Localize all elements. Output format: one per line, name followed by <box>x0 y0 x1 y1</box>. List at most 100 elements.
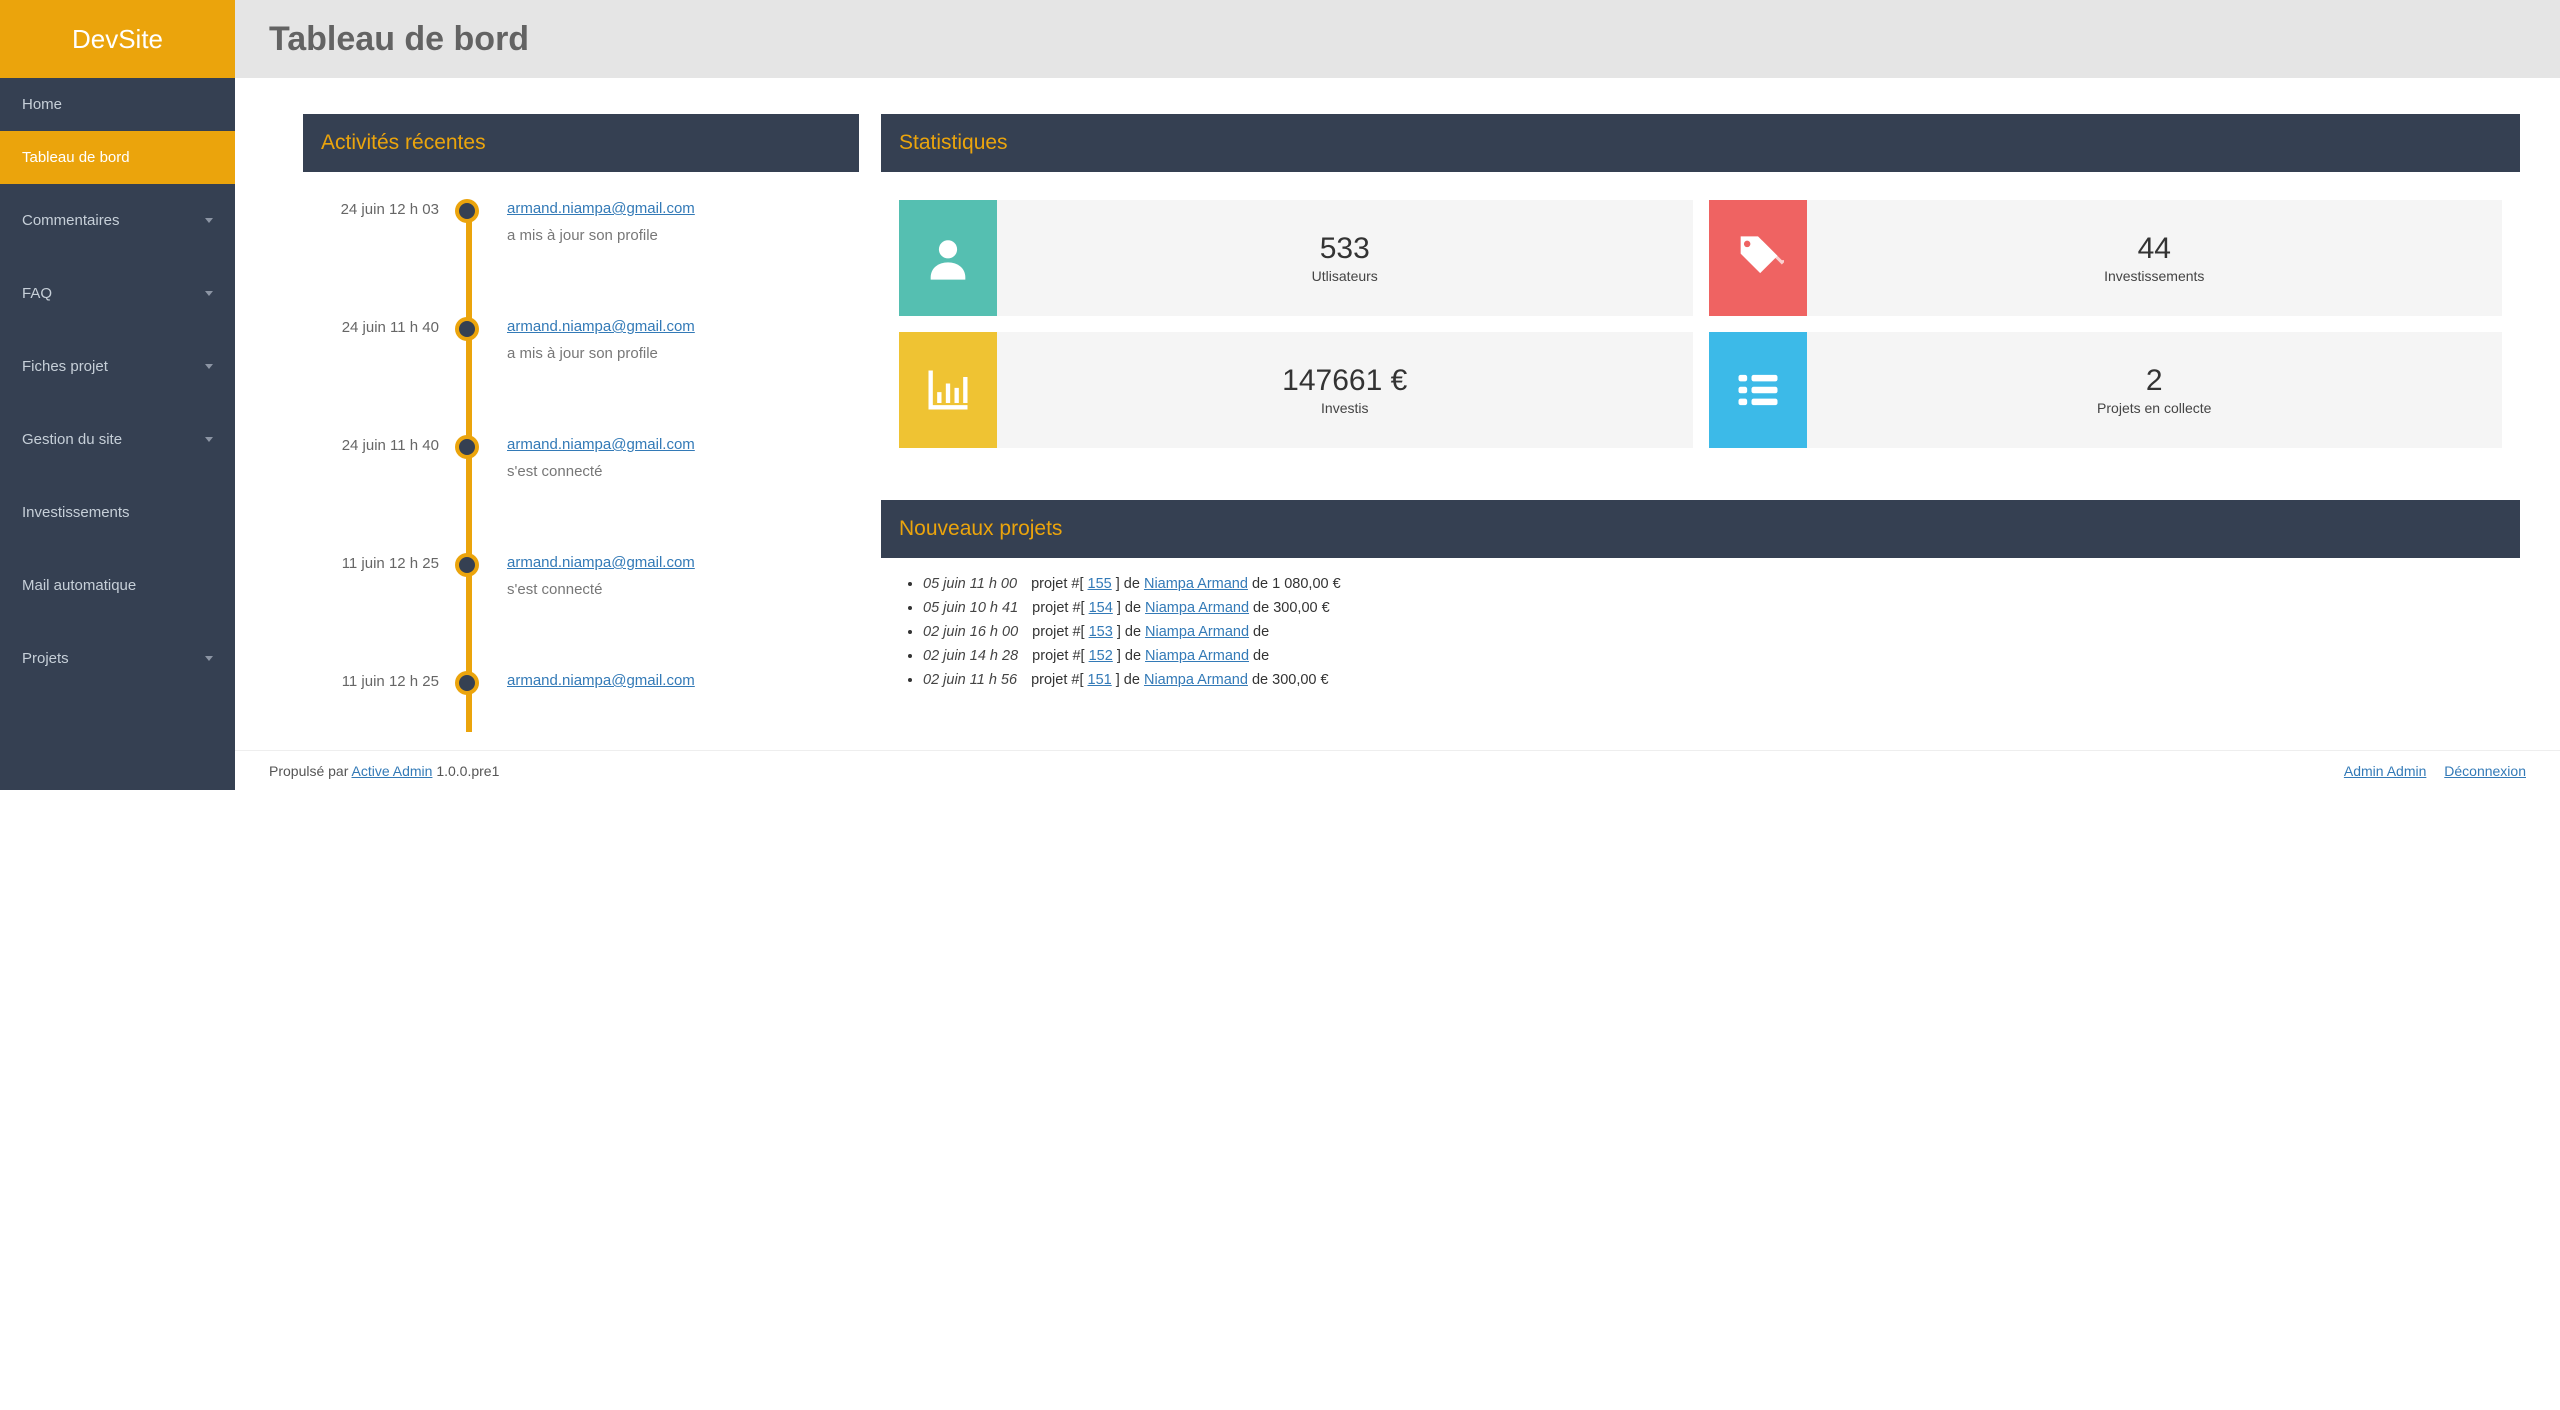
activity-timeline: 24 juin 12 h 03 armand.niampa@gmail.com a … <box>321 200 841 732</box>
project-id-link[interactable]: 153 <box>1089 624 1113 640</box>
project-amount: 300,00 € <box>1273 600 1329 616</box>
activity-description: a mis à jour son profile <box>507 342 707 366</box>
footer-activeadmin-link[interactable]: Active Admin <box>352 763 433 779</box>
activity-time: 11 juin 12 h 25 <box>321 554 439 614</box>
project-id-link[interactable]: 155 <box>1088 576 1112 592</box>
activity-item: 11 juin 12 h 25armand.niampa@gmail.com <box>321 672 841 732</box>
sidebar-item-label: Fiches projet <box>22 358 108 375</box>
activity-item: 11 juin 12 h 25 armand.niampa@gmail.com s'… <box>321 554 841 614</box>
project-author-link[interactable]: Niampa Armand <box>1145 624 1249 640</box>
stat-value: 147661 € <box>1282 364 1407 398</box>
sidebar-item-projets[interactable]: Projets <box>0 622 235 695</box>
statistics-panel: Statistiques 533Utlisateurs 44 Investissem… <box>881 114 2520 466</box>
activity-user-link[interactable]: armand.niampa@gmail.com <box>507 436 695 453</box>
sidebar-item-tableau-de-bord[interactable]: Tableau de bord <box>0 131 235 184</box>
stat-value: 44 <box>2138 232 2171 266</box>
new-projects-title: Nouveaux projets <box>881 500 2520 558</box>
chevron-down-icon <box>205 364 213 369</box>
timeline-dot-icon <box>459 321 475 337</box>
list-icon <box>1709 332 1807 448</box>
stat-value: 533 <box>1320 232 1370 266</box>
stat-value: 2 <box>2146 364 2163 398</box>
project-list-item: 02 juin 16 h 00 projet #[ 153 ] de Niamp… <box>923 624 2496 640</box>
sidebar-item-investissements[interactable]: Investissements <box>0 476 235 549</box>
stat-label: Investis <box>1321 400 1368 416</box>
recent-activities-panel: Activités récentes 24 juin 12 h 03 armand… <box>303 114 859 750</box>
sidebar-item-label: Tableau de bord <box>22 149 130 166</box>
footer: Propulsé par Active Admin 1.0.0.pre1 Adm… <box>235 750 2560 790</box>
project-list-item: 02 juin 11 h 56 projet #[ 151 ] de Niamp… <box>923 672 2496 688</box>
sidebar-item-fiches-projet[interactable]: Fiches projet <box>0 330 235 403</box>
project-list-item: 05 juin 11 h 00 projet #[ 155 ] de Niamp… <box>923 576 2496 592</box>
activity-item: 24 juin 11 h 40 armand.niampa@gmail.com a … <box>321 318 841 378</box>
stat-card-utlisateurs[interactable]: 533Utlisateurs <box>899 200 1693 316</box>
brand-logo[interactable]: DevSite <box>0 0 235 78</box>
footer-right: Admin Admin Déconnexion <box>2330 763 2526 779</box>
activity-time: 24 juin 12 h 03 <box>321 200 439 260</box>
stat-card-investissements[interactable]: 44 Investissements <box>1709 200 2503 316</box>
project-author-link[interactable]: Niampa Armand <box>1144 576 1248 592</box>
project-id-link[interactable]: 152 <box>1089 648 1113 664</box>
barchart-icon <box>899 332 997 448</box>
stat-card-investis[interactable]: 147661 € Investis <box>899 332 1693 448</box>
stat-label: Projets en collecte <box>2097 400 2211 416</box>
activity-user-link[interactable]: armand.niampa@gmail.com <box>507 200 695 217</box>
project-author-link[interactable]: Niampa Armand <box>1144 672 1248 688</box>
activity-description: s'est connecté <box>507 578 707 602</box>
activity-user-link[interactable]: armand.niampa@gmail.com <box>507 554 695 571</box>
project-author-link[interactable]: Niampa Armand <box>1145 600 1249 616</box>
project-author-link[interactable]: Niampa Armand <box>1145 648 1249 664</box>
sidebar-item-label: Mail automatique <box>22 577 136 594</box>
new-projects-panel: Nouveaux projets 05 juin 11 h 00 projet … <box>881 500 2520 706</box>
chevron-down-icon <box>205 656 213 661</box>
chevron-down-icon <box>205 437 213 442</box>
timeline-dot-icon <box>459 203 475 219</box>
stats-grid: 533Utlisateurs 44 Investissements 147661 € I… <box>899 200 2502 448</box>
sidebar-item-label: Home <box>22 96 62 113</box>
stat-label: Investissements <box>2104 268 2204 284</box>
project-amount: 1 080,00 € <box>1272 576 1341 592</box>
project-amount: 300,00 € <box>1272 672 1328 688</box>
timeline-dot-icon <box>459 557 475 573</box>
project-list-item: 02 juin 14 h 28 projet #[ 152 ] de Niamp… <box>923 648 2496 664</box>
footer-logout-link[interactable]: Déconnexion <box>2444 763 2526 779</box>
project-id-link[interactable]: 151 <box>1088 672 1112 688</box>
footer-user-link[interactable]: Admin Admin <box>2344 763 2426 779</box>
project-date: 05 juin 11 h 00 <box>923 576 1017 592</box>
sidebar-nav: Home Tableau de bord Commentaires FAQ Fiches… <box>0 78 235 695</box>
project-list-item: 05 juin 10 h 41 projet #[ 154 ] de Niamp… <box>923 600 2496 616</box>
tags-icon <box>1709 200 1807 316</box>
stat-card-projets-en-collecte[interactable]: 2 Projets en collecte <box>1709 332 2503 448</box>
project-date: 05 juin 10 h 41 <box>923 600 1018 616</box>
sidebar: DevSite Home Tableau de bord Commentaires F… <box>0 0 235 790</box>
activity-user-link[interactable]: armand.niampa@gmail.com <box>507 672 695 689</box>
project-date: 02 juin 11 h 56 <box>923 672 1017 688</box>
timeline-dot-icon <box>459 439 475 455</box>
footer-powered-by: Propulsé par Active Admin 1.0.0.pre1 <box>269 763 499 779</box>
recent-activities-title: Activités récentes <box>303 114 859 172</box>
sidebar-item-label: Gestion du site <box>22 431 122 448</box>
sidebar-item-label: Projets <box>22 650 69 667</box>
sidebar-item-label: FAQ <box>22 285 52 302</box>
activity-item: 24 juin 11 h 40 armand.niampa@gmail.com s'… <box>321 436 841 496</box>
sidebar-item-faq[interactable]: FAQ <box>0 257 235 330</box>
sidebar-item-mail-automatique[interactable]: Mail automatique <box>0 549 235 622</box>
project-date: 02 juin 14 h 28 <box>923 648 1018 664</box>
chevron-down-icon <box>205 218 213 223</box>
project-date: 02 juin 16 h 00 <box>923 624 1018 640</box>
activity-time: 24 juin 11 h 40 <box>321 436 439 496</box>
activity-user-link[interactable]: armand.niampa@gmail.com <box>507 318 695 335</box>
statistics-title: Statistiques <box>881 114 2520 172</box>
user-icon <box>899 200 997 316</box>
page-header: Tableau de bord <box>235 0 2560 78</box>
activity-time: 24 juin 11 h 40 <box>321 318 439 378</box>
new-projects-list: 05 juin 11 h 00 projet #[ 155 ] de Niamp… <box>881 558 2520 706</box>
project-id-link[interactable]: 154 <box>1089 600 1113 616</box>
activity-item: 24 juin 12 h 03 armand.niampa@gmail.com a … <box>321 200 841 260</box>
sidebar-item-label: Investissements <box>22 504 130 521</box>
activity-description: a mis à jour son profile <box>507 224 707 248</box>
sidebar-item-commentaires[interactable]: Commentaires <box>0 184 235 257</box>
sidebar-item-home[interactable]: Home <box>0 78 235 131</box>
sidebar-item-gestion-du-site[interactable]: Gestion du site <box>0 403 235 476</box>
activity-description: s'est connecté <box>507 460 707 484</box>
